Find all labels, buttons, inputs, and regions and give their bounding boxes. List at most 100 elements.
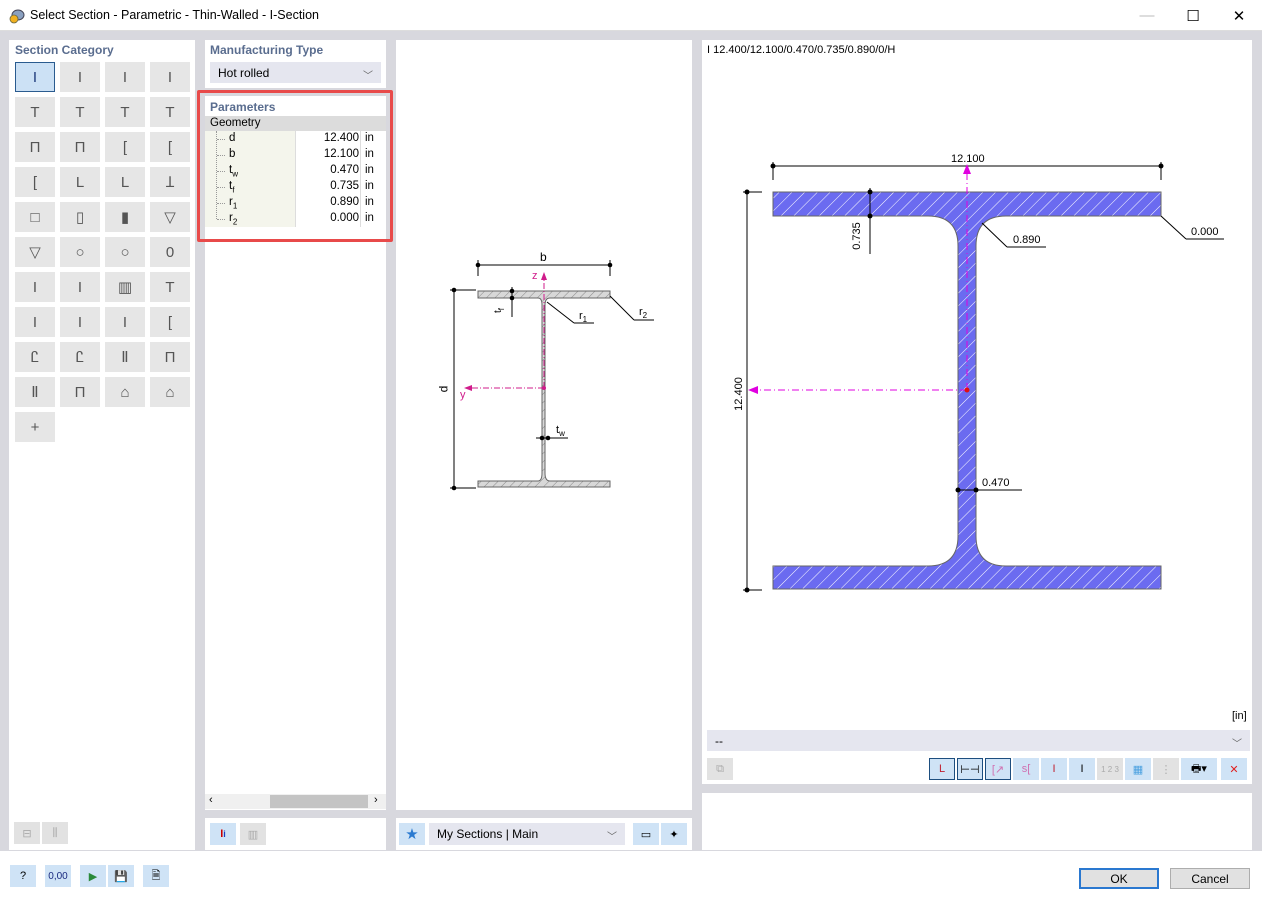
- add-to-favorites-button[interactable]: ★: [399, 823, 425, 845]
- chevron-down-icon: ﹀: [363, 71, 373, 82]
- category-i-plate-welded-2-button[interactable]: I: [60, 272, 100, 302]
- category-arch-section-button[interactable]: ⌂: [150, 377, 190, 407]
- category-i-section-button[interactable]: I: [15, 62, 55, 92]
- category-trapezoid-button[interactable]: ▽: [15, 237, 55, 267]
- legend-button[interactable]: ⋮: [1153, 758, 1179, 780]
- category-oval-hollow-button[interactable]: 0: [150, 237, 190, 267]
- label-r1: r1: [579, 310, 588, 325]
- new-library-button[interactable]: ✦: [661, 823, 687, 845]
- dim-tf-label: 0.735: [850, 222, 863, 250]
- load-button[interactable]: 🗎: [143, 865, 169, 887]
- window-title: Select Section - Parametric - Thin-Walle…: [30, 8, 319, 22]
- category-t-section-button[interactable]: T: [15, 97, 55, 127]
- library-book-button[interactable]: ▥: [240, 823, 266, 845]
- category-t-welded-button[interactable]: T: [150, 272, 190, 302]
- manufacturing-title: Manufacturing Type: [210, 43, 324, 57]
- label-b: b: [540, 250, 547, 264]
- view-select[interactable]: -- ﹀: [707, 730, 1250, 751]
- category-double-i-button[interactable]: Ⅱ: [105, 342, 145, 372]
- reset-view-button[interactable]: ✕: [1221, 758, 1247, 780]
- category-add-section-button[interactable]: +: [15, 412, 55, 442]
- category-angle-section-button[interactable]: L: [60, 167, 100, 197]
- category-double-i-2-button[interactable]: Ⅱ: [15, 377, 55, 407]
- section-info-button[interactable]: Ii: [210, 823, 236, 845]
- dim-r2-label: 0.000: [1191, 226, 1219, 238]
- section-category-panel: Section Category I I I I T T T T Π Π[[[ L L Ʇ □ ▯ ▮ ▽ ▽ ○…: [9, 40, 195, 850]
- category-channel-section-button[interactable]: [: [105, 132, 145, 162]
- category-i-section-2-button[interactable]: I: [105, 62, 145, 92]
- params-toolbar: Ii ▥: [205, 818, 386, 850]
- show-outline-button[interactable]: L: [929, 758, 955, 780]
- category-pi-section-button[interactable]: Π: [15, 132, 55, 162]
- export-button[interactable]: ▶: [80, 865, 106, 887]
- grid-button[interactable]: ▦: [1125, 758, 1151, 780]
- view-select-value: --: [715, 733, 723, 748]
- horizontal-scrollbar[interactable]: ‹ ›: [205, 794, 386, 809]
- category-square-hollow-button[interactable]: □: [15, 202, 55, 232]
- open-library-button[interactable]: ▭: [633, 823, 659, 845]
- maximize-button[interactable]: ☐: [1170, 0, 1216, 31]
- category-circle-hollow-button[interactable]: ○: [105, 237, 145, 267]
- label-d: d: [436, 385, 451, 393]
- c-parts-button[interactable]: I: [1069, 758, 1095, 780]
- category-channel-lipped-button[interactable]: [: [15, 167, 55, 197]
- category-rect-hollow-thick-button[interactable]: ▮: [105, 202, 145, 232]
- category-hat-section-2-button[interactable]: Π: [60, 377, 100, 407]
- scroll-right-icon[interactable]: ›: [374, 794, 378, 806]
- dim-height-label: 12.400: [732, 377, 745, 411]
- dim-width-label: 12.100: [951, 153, 985, 165]
- show-axes-button[interactable]: [↗: [985, 758, 1011, 780]
- category-i-section-3-button[interactable]: I: [150, 62, 190, 92]
- category-z-section-button[interactable]: Ʇ: [150, 167, 190, 197]
- category-y-section-button[interactable]: I: [60, 307, 100, 337]
- category-i-heavy-button[interactable]: I: [105, 307, 145, 337]
- library-toolbar: ★ My Sections | Main ﹀ ▭ ✦: [396, 818, 692, 850]
- category-t-section-tapered-button[interactable]: T: [105, 97, 145, 127]
- help-button[interactable]: ?: [10, 865, 36, 887]
- category-t-section-3-button[interactable]: T: [150, 97, 190, 127]
- category-i-section-tapered-flange-button[interactable]: I: [60, 62, 100, 92]
- manufacturing-panel: Manufacturing Type Hot rolled ﹀: [205, 40, 386, 88]
- schematic-drawing: [450, 260, 654, 491]
- symmetry-horizontal-button[interactable]: ⊟: [14, 822, 40, 844]
- chevron-down-icon: ﹀: [607, 832, 617, 843]
- show-dimensions-button[interactable]: ⊢⊣: [957, 758, 983, 780]
- save-button[interactable]: 💾: [108, 865, 134, 887]
- category-i-plate-welded-button[interactable]: I: [15, 272, 55, 302]
- print-button[interactable]: 🖶▾: [1181, 758, 1217, 780]
- section-preview-drawing: [743, 162, 1224, 593]
- category-box-double-button[interactable]: ▥: [105, 272, 145, 302]
- library-select[interactable]: My Sections | Main ﹀: [429, 823, 625, 845]
- category-bullet-section-button[interactable]: ⌂: [105, 377, 145, 407]
- category-sigma-section-button[interactable]: Ꮭ: [60, 342, 100, 372]
- manufacturing-type-select[interactable]: Hot rolled ﹀: [210, 62, 381, 83]
- cancel-button[interactable]: Cancel: [1170, 868, 1250, 889]
- category-angle-section-2-button[interactable]: L: [105, 167, 145, 197]
- ok-button[interactable]: OK: [1079, 868, 1159, 889]
- info-panel: [702, 793, 1252, 850]
- units-button[interactable]: 0,00: [45, 865, 71, 887]
- app-icon: [9, 9, 25, 24]
- category-z-hooked-button[interactable]: Ꮭ: [15, 342, 55, 372]
- category-hat-section-button[interactable]: Π: [150, 342, 190, 372]
- stress-points-button[interactable]: I: [1041, 758, 1067, 780]
- symmetry-vertical-button[interactable]: ⫼: [42, 822, 68, 844]
- close-button[interactable]: ✕: [1216, 0, 1262, 31]
- scroll-left-icon[interactable]: ‹: [209, 794, 213, 806]
- minimize-button[interactable]: —: [1124, 0, 1170, 31]
- copy-image-button[interactable]: ⧉: [707, 758, 733, 780]
- category-channel-section-2-button[interactable]: [: [150, 132, 190, 162]
- shear-center-button[interactable]: s[: [1013, 758, 1039, 780]
- category-t-section-2-button[interactable]: T: [60, 97, 100, 127]
- category-polygon-hollow-button[interactable]: ○: [60, 237, 100, 267]
- library-value: My Sections | Main: [437, 827, 539, 841]
- scrollbar-thumb[interactable]: [270, 795, 368, 808]
- category-i-stiffened-button[interactable]: I: [15, 307, 55, 337]
- numbering-button[interactable]: 1 2 3: [1097, 758, 1123, 780]
- category-trapezoid-hollow-button[interactable]: ▽: [150, 202, 190, 232]
- category-rect-hollow-button[interactable]: ▯: [60, 202, 100, 232]
- category-c-hooked-button[interactable]: [: [150, 307, 190, 337]
- category-double-pi-section-button[interactable]: Π: [60, 132, 100, 162]
- label-y-axis: y: [460, 389, 466, 401]
- dim-r1-label: 0.890: [1013, 234, 1041, 246]
